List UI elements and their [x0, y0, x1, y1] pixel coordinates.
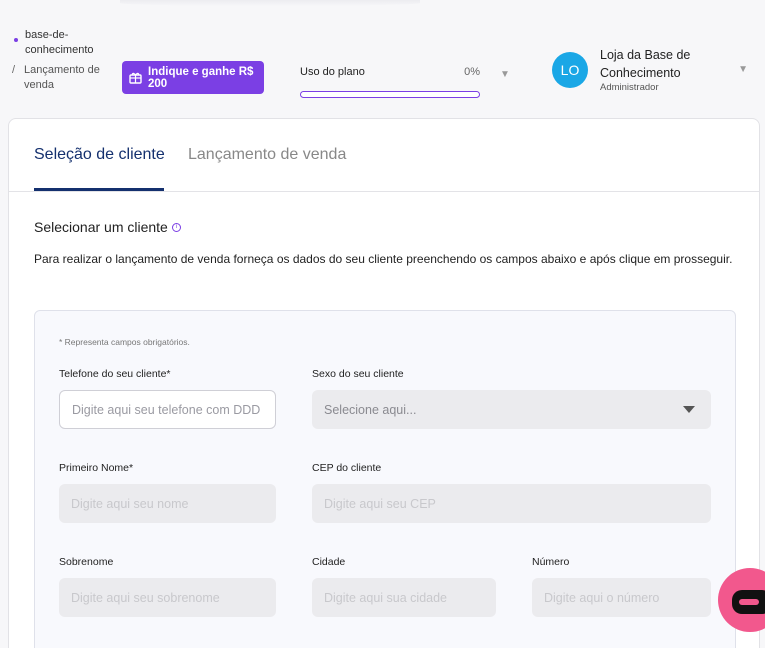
active-tab-indicator — [34, 188, 164, 191]
tab-sale-launch[interactable]: Lançamento de venda — [188, 146, 346, 164]
breadcrumb-item[interactable]: base-de-conhecimento — [12, 28, 112, 58]
number-input[interactable]: Digite aqui o número — [532, 578, 711, 617]
plan-usage-bar — [300, 91, 480, 98]
top-bar: base-de-conhecimento / Lançamento de ven… — [0, 0, 765, 118]
breadcrumb: base-de-conhecimento / Lançamento de ven… — [12, 28, 112, 93]
breadcrumb-item: / Lançamento de venda — [12, 63, 112, 93]
caret-down-icon — [683, 406, 695, 413]
tab-bar: Seleção de cliente Lançamento de venda — [9, 119, 759, 192]
last-name-label: Sobrenome — [59, 556, 114, 568]
info-icon[interactable]: i — [171, 222, 181, 232]
first-name-input[interactable]: Digite aqui seu nome — [59, 484, 276, 523]
chevron-down-icon[interactable]: ▼ — [500, 69, 510, 80]
section-description: Para realizar o lançamento de venda forn… — [34, 252, 733, 266]
phone-label: Telefone do seu cliente* — [59, 368, 171, 380]
required-note: * Representa campos obrigatórios. — [59, 337, 190, 347]
number-label: Número — [532, 556, 570, 568]
plan-usage[interactable]: Uso do plano 0% ▼ — [300, 66, 510, 98]
section-title-text: Selecionar um cliente — [34, 219, 168, 235]
city-input[interactable]: Digite aqui sua cidade — [312, 578, 496, 617]
breadcrumb-separator: / — [12, 64, 16, 76]
gender-select[interactable]: Selecione aqui... — [312, 390, 711, 429]
cep-input[interactable]: Digite aqui seu CEP — [312, 484, 711, 523]
plan-usage-label: Uso do plano — [300, 66, 365, 78]
phone-input[interactable]: Digite aqui seu telefone com DDD — [59, 390, 276, 429]
gender-select-placeholder: Selecione aqui... — [324, 402, 417, 417]
user-menu[interactable]: LO Loja da Base de Conhecimento Administ… — [552, 46, 757, 96]
gift-icon — [129, 72, 142, 84]
cep-label: CEP do cliente — [312, 462, 382, 474]
main-card: Seleção de cliente Lançamento de venda S… — [8, 118, 760, 648]
referral-button[interactable]: Indique e ganhe R$ 200 — [122, 61, 264, 94]
tab-client-selection[interactable]: Seleção de cliente — [34, 146, 165, 164]
breadcrumb-item-label: base-de-conhecimento — [25, 29, 94, 56]
client-form: * Representa campos obrigatórios. Telefo… — [34, 310, 736, 648]
chevron-down-icon[interactable]: ▼ — [738, 64, 748, 75]
breadcrumb-dot-icon — [14, 38, 18, 42]
avatar: LO — [552, 52, 588, 88]
breadcrumb-item-label: Lançamento de venda — [24, 64, 100, 91]
chat-icon — [732, 590, 765, 614]
last-name-input[interactable]: Digite aqui seu sobrenome — [59, 578, 276, 617]
user-name: Loja da Base de Conhecimento — [600, 48, 691, 80]
section-title: Selecionar um cliente i — [34, 219, 181, 235]
city-label: Cidade — [312, 556, 346, 568]
plan-usage-percent: 0% — [464, 66, 480, 78]
referral-button-label: Indique e ganhe R$ 200 — [148, 65, 254, 90]
gender-label: Sexo do seu cliente — [312, 368, 404, 380]
user-role: Administrador — [600, 82, 659, 93]
first-name-label: Primeiro Nome* — [59, 462, 134, 474]
